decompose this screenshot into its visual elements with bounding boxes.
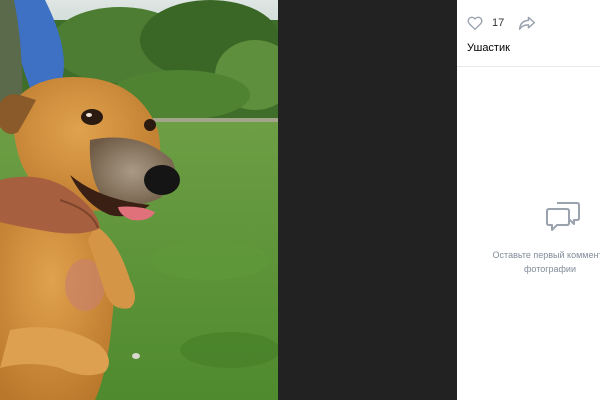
- like-button[interactable]: 17: [467, 16, 504, 30]
- viewer-backdrop[interactable]: [278, 0, 457, 400]
- no-comments-line-1: Оставьте первый коммента: [492, 250, 600, 260]
- no-comments-message: Оставьте первый коммента фотографии: [457, 248, 600, 276]
- heart-icon: [467, 16, 483, 30]
- action-row: 17: [467, 13, 536, 33]
- owner-name-link[interactable]: Ушастик: [467, 42, 510, 54]
- speech-bubbles-icon: [545, 199, 581, 238]
- likes-count: 17: [492, 17, 505, 29]
- no-comments-line-2: фотографии: [524, 264, 576, 274]
- photo-side-panel: 17 Ушастик Оставьте первый коммента фото…: [457, 0, 600, 400]
- dog-photo-illustration: [0, 0, 278, 400]
- share-arrow-icon: [519, 16, 536, 30]
- dog-photo[interactable]: [0, 0, 278, 400]
- divider: [457, 66, 600, 67]
- share-button[interactable]: [518, 16, 536, 30]
